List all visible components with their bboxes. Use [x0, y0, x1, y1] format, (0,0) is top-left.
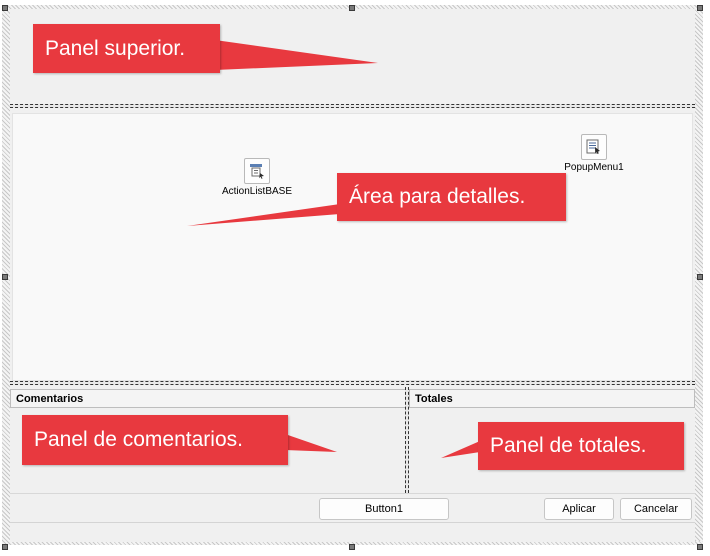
callout-pointers	[187, 40, 480, 458]
callout-comments-panel: Panel de comentarios.	[22, 415, 288, 465]
totals-pointer	[441, 441, 480, 458]
callout-detail-area: Área para detalles.	[337, 173, 566, 221]
callout-totals-panel: Panel de totales.	[478, 422, 684, 470]
detail-area-pointer	[187, 204, 340, 226]
comments-pointer	[285, 434, 337, 452]
top-panel-pointer	[215, 40, 378, 70]
callout-top-panel: Panel superior.	[33, 24, 220, 73]
